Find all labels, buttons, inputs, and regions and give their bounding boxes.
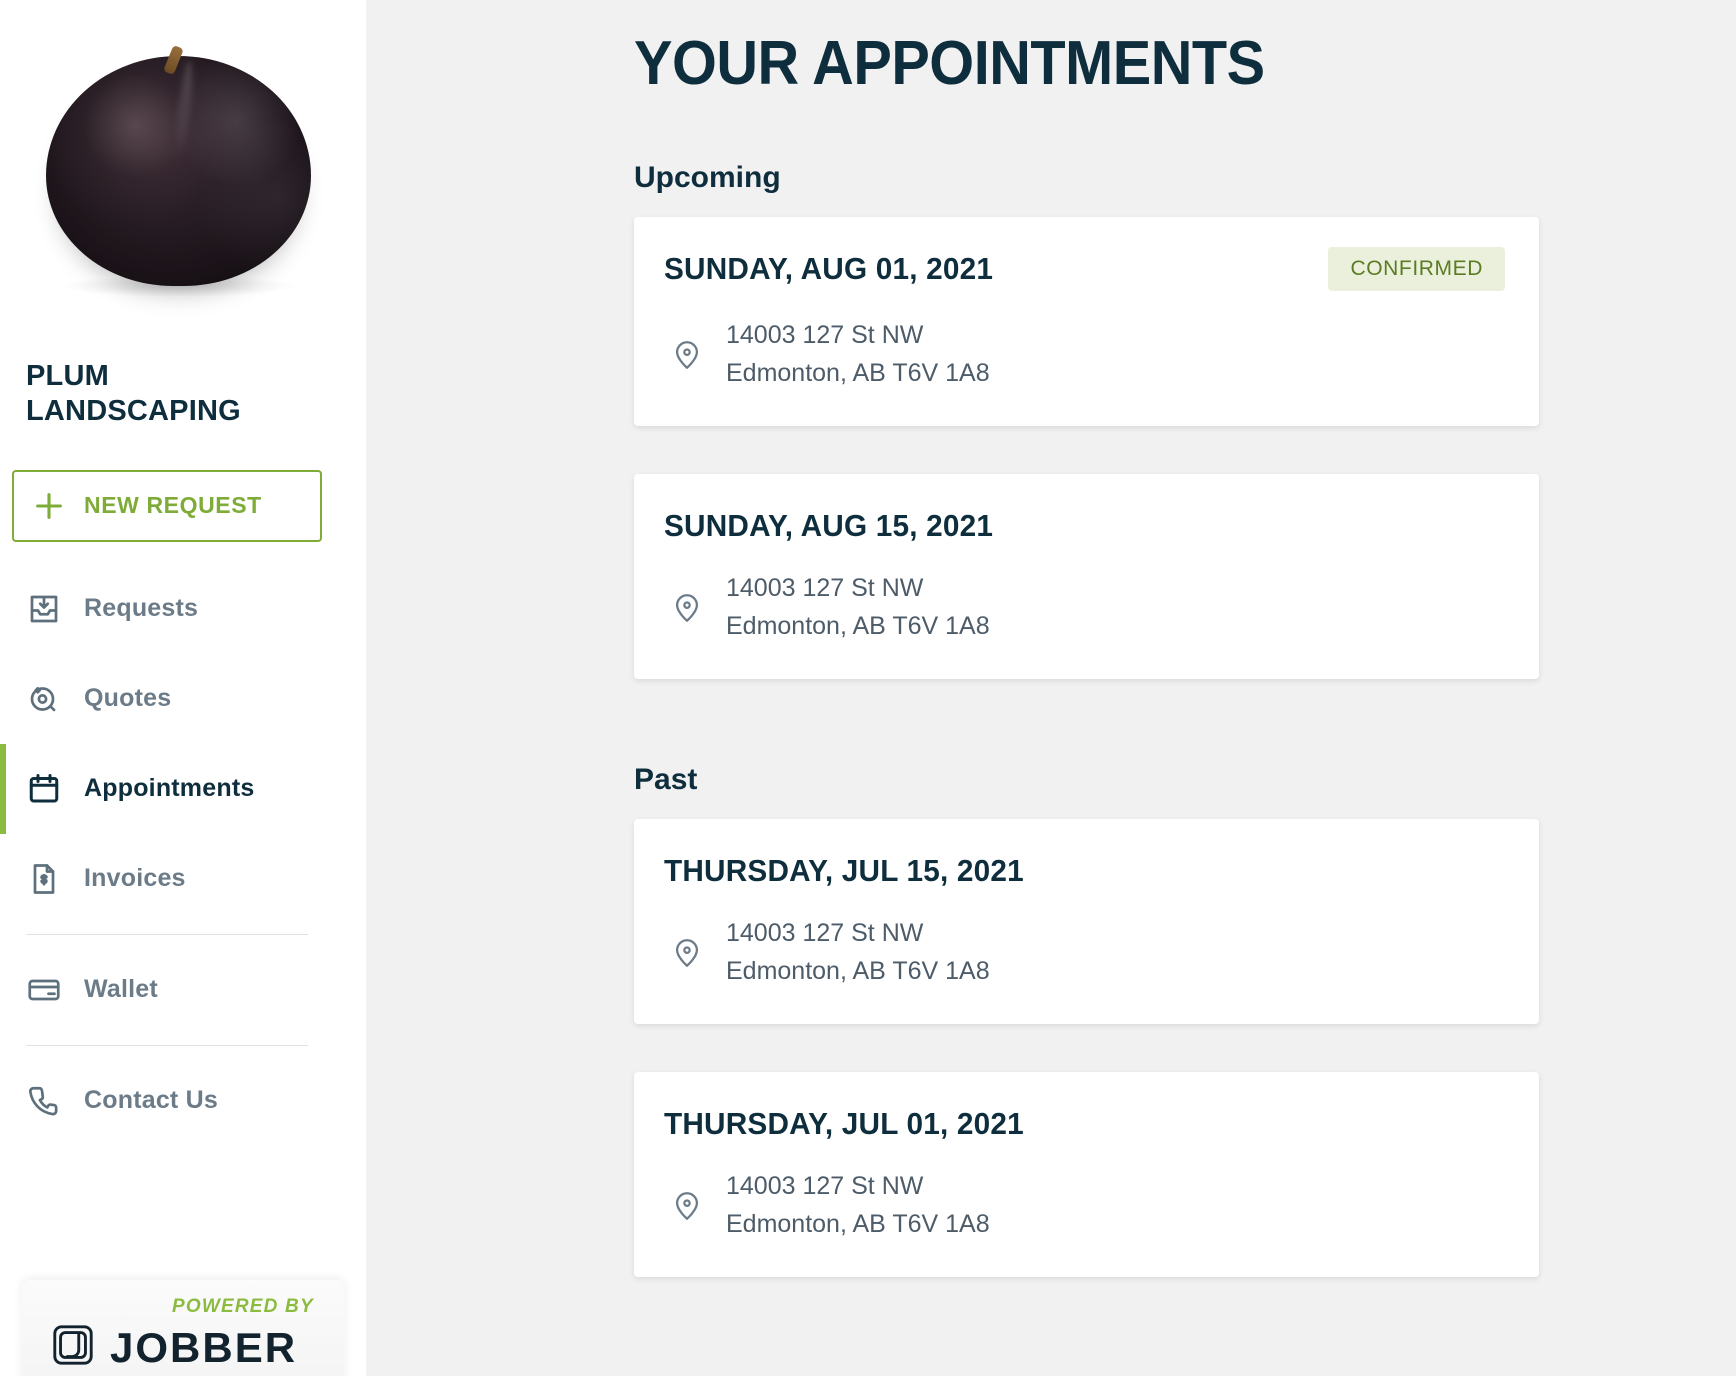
sidebar-item-label: Appointments <box>84 774 255 803</box>
sidebar-item-requests[interactable]: Requests <box>0 564 366 654</box>
tape-measure-icon <box>26 681 84 717</box>
calendar-icon <box>26 771 84 807</box>
main-content: YOUR APPOINTMENTS Upcoming SUNDAY, AUG 0… <box>366 0 1736 1376</box>
appointment-date: SUNDAY, AUG 15, 2021 <box>664 508 994 543</box>
sidebar-item-contact-us[interactable]: Contact Us <box>0 1056 366 1146</box>
appointment-card[interactable]: SUNDAY, AUG 01, 2021 CONFIRMED 14003 127… <box>634 217 1539 426</box>
appointment-address: 14003 127 St NW Edmonton, AB T6V 1A8 <box>726 915 990 990</box>
new-request-button[interactable]: NEW REQUEST <box>12 469 322 542</box>
location-pin-icon <box>670 338 726 372</box>
address-line-1: 14003 127 St NW <box>726 1172 924 1200</box>
sidebar-item-invoices[interactable]: Invoices <box>0 834 366 924</box>
sidebar-item-label: Wallet <box>84 975 158 1004</box>
appointment-date: THURSDAY, JUL 15, 2021 <box>664 853 1024 888</box>
sidebar-divider-1 <box>26 933 308 935</box>
business-name-line2: LANDSCAPING <box>26 395 241 428</box>
appointment-card[interactable]: THURSDAY, JUL 15, 2021 14003 127 St NW E… <box>634 819 1539 1024</box>
sidebar: PLUM LANDSCAPING NEW REQUEST Requests Qu… <box>0 0 366 1376</box>
sidebar-item-appointments[interactable]: Appointments <box>0 743 366 834</box>
appointment-address: 14003 127 St NW Edmonton, AB T6V 1A8 <box>726 570 990 645</box>
address-line-2: Edmonton, AB T6V 1A8 <box>726 611 990 640</box>
appointment-address: 14003 127 St NW Edmonton, AB T6V 1A8 <box>726 317 990 392</box>
sidebar-item-label: Requests <box>84 594 199 623</box>
section-title-past: Past <box>634 763 698 796</box>
plum-cleft <box>172 60 196 167</box>
status-badge: CONFIRMED <box>1328 247 1505 291</box>
appointment-date: THURSDAY, JUL 01, 2021 <box>664 1106 1024 1141</box>
sidebar-item-label: Invoices <box>84 864 186 893</box>
invoice-dollar-icon <box>26 861 84 897</box>
location-pin-icon <box>670 1189 726 1223</box>
appointment-card[interactable]: THURSDAY, JUL 01, 2021 14003 127 St NW E… <box>634 1072 1539 1277</box>
page-title: YOUR APPOINTMENTS <box>634 29 1265 98</box>
jobber-wordmark: JOBBER <box>110 1323 298 1371</box>
address-line-1: 14003 127 St NW <box>726 574 924 602</box>
new-request-label: NEW REQUEST <box>84 492 262 519</box>
address-line-2: Edmonton, AB T6V 1A8 <box>726 956 990 985</box>
plum-stem-icon <box>163 44 184 76</box>
sidebar-divider-2 <box>26 1044 308 1046</box>
powered-by-label: POWERED BY <box>172 1296 314 1317</box>
address-line-1: 14003 127 St NW <box>726 321 924 349</box>
address-line-2: Edmonton, AB T6V 1A8 <box>726 1209 990 1238</box>
sidebar-nav: Requests Quotes Appointments Invoices Wa… <box>0 564 366 1146</box>
sidebar-item-label: Quotes <box>84 684 172 713</box>
location-pin-icon <box>670 591 726 625</box>
plum-icon <box>46 44 311 286</box>
powered-by-jobber-badge[interactable]: POWERED BY JOBBER <box>22 1280 344 1376</box>
plus-icon <box>14 489 84 523</box>
jobber-logo-icon <box>50 1322 96 1373</box>
section-title-upcoming: Upcoming <box>634 161 781 194</box>
phone-icon <box>26 1083 84 1119</box>
credit-card-icon <box>26 972 84 1008</box>
address-line-1: 14003 127 St NW <box>726 919 924 947</box>
sidebar-item-label: Contact Us <box>84 1086 218 1115</box>
appointment-date: SUNDAY, AUG 01, 2021 <box>664 251 994 286</box>
inbox-download-icon <box>26 591 84 627</box>
address-line-2: Edmonton, AB T6V 1A8 <box>726 358 990 387</box>
location-pin-icon <box>670 936 726 970</box>
business-logo <box>18 18 318 323</box>
sidebar-item-quotes[interactable]: Quotes <box>0 654 366 744</box>
appointment-address: 14003 127 St NW Edmonton, AB T6V 1A8 <box>726 1168 990 1243</box>
business-name-line1: PLUM <box>26 360 109 392</box>
sidebar-item-wallet[interactable]: Wallet <box>0 945 366 1035</box>
appointment-card[interactable]: SUNDAY, AUG 15, 2021 14003 127 St NW Edm… <box>634 474 1539 679</box>
business-name: PLUM LANDSCAPING <box>26 359 326 430</box>
